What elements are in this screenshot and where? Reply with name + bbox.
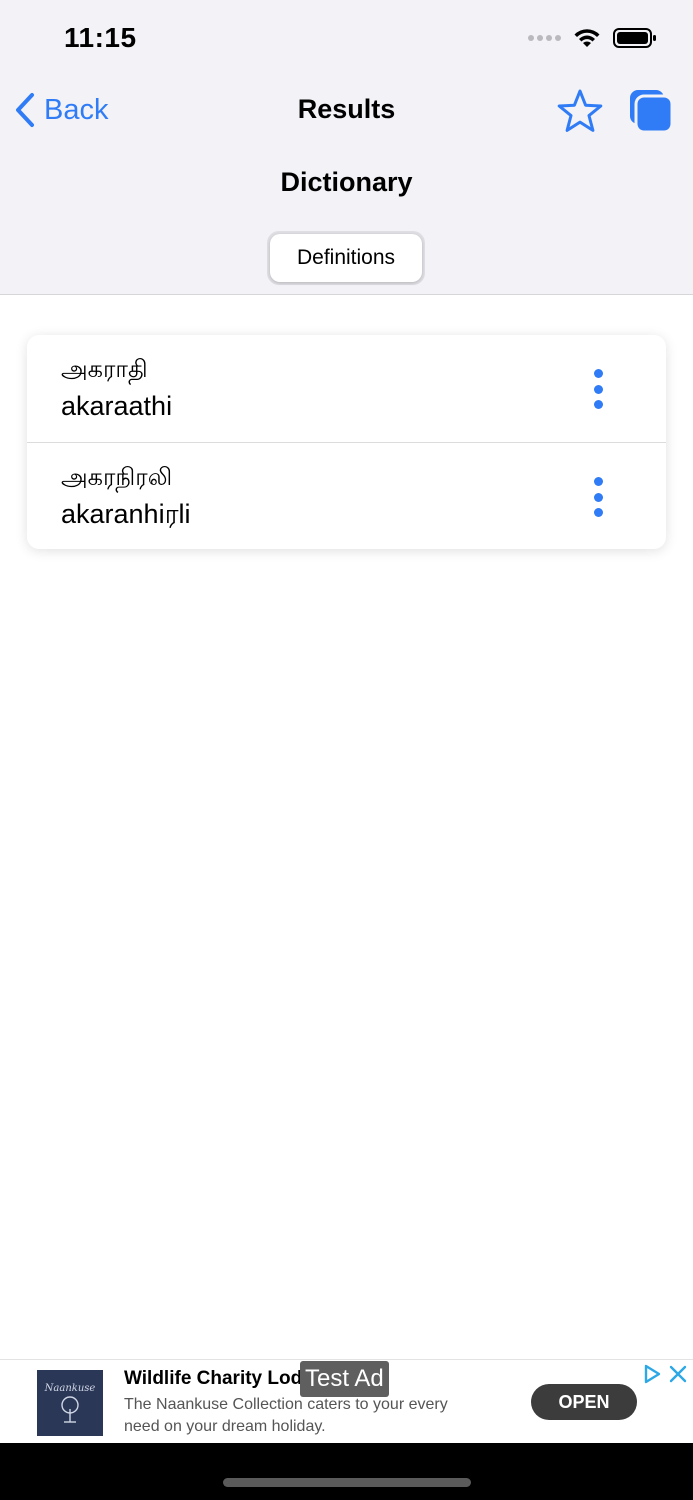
ad-title[interactable]: Wildlife Charity Lodge [124, 1368, 304, 1390]
header: 11:15 Back Results Dictionary Definition… [0, 0, 693, 295]
transliteration: akaraathi [61, 391, 173, 421]
segment-definitions[interactable]: Definitions [270, 234, 422, 282]
results-list: அகராதி akaraathi அகரநிரலி akaranhiரli [27, 335, 666, 549]
test-ad-badge: Test Ad [300, 1361, 389, 1397]
cellular-signal-icon [528, 35, 561, 41]
tamil-word: அகராதி [61, 355, 148, 383]
copy-icon [630, 90, 674, 134]
list-item[interactable]: அகராதி akaraathi [27, 335, 666, 442]
favorite-button[interactable] [556, 88, 604, 134]
star-icon [557, 89, 603, 132]
ad-logo: Naankuse [37, 1370, 103, 1436]
ad-description: The Naankuse Collection caters to your e… [124, 1396, 448, 1435]
battery-icon [613, 28, 656, 48]
list-item[interactable]: அகரநிரலி akaranhiரli [27, 442, 666, 549]
close-icon[interactable] [668, 1364, 688, 1384]
copy-button[interactable] [627, 88, 675, 134]
status-time: 11:15 [64, 22, 137, 53]
ad-logo-text: Naankuse [44, 1383, 96, 1394]
tamil-word: அகரநிரலி [61, 463, 173, 491]
transliteration: akaranhiரli [61, 499, 191, 529]
more-options-icon[interactable] [585, 365, 611, 413]
adchoices-icon[interactable] [642, 1364, 662, 1384]
tree-icon [61, 1396, 79, 1423]
home-indicator[interactable] [223, 1478, 471, 1487]
ad-open-button[interactable]: OPEN [531, 1384, 637, 1420]
screen: 11:15 Back Results Dictionary Definition… [0, 0, 693, 1500]
section-title: Dictionary [280, 167, 413, 197]
segmented-control: Definitions [267, 231, 425, 285]
wifi-icon [574, 29, 600, 47]
status-icons [528, 26, 657, 50]
more-options-icon[interactable] [585, 473, 611, 521]
ad-banner[interactable]: Naankuse Wildlife Charity Lodge The Naan… [0, 1359, 693, 1443]
bottom-bar [0, 1443, 693, 1500]
